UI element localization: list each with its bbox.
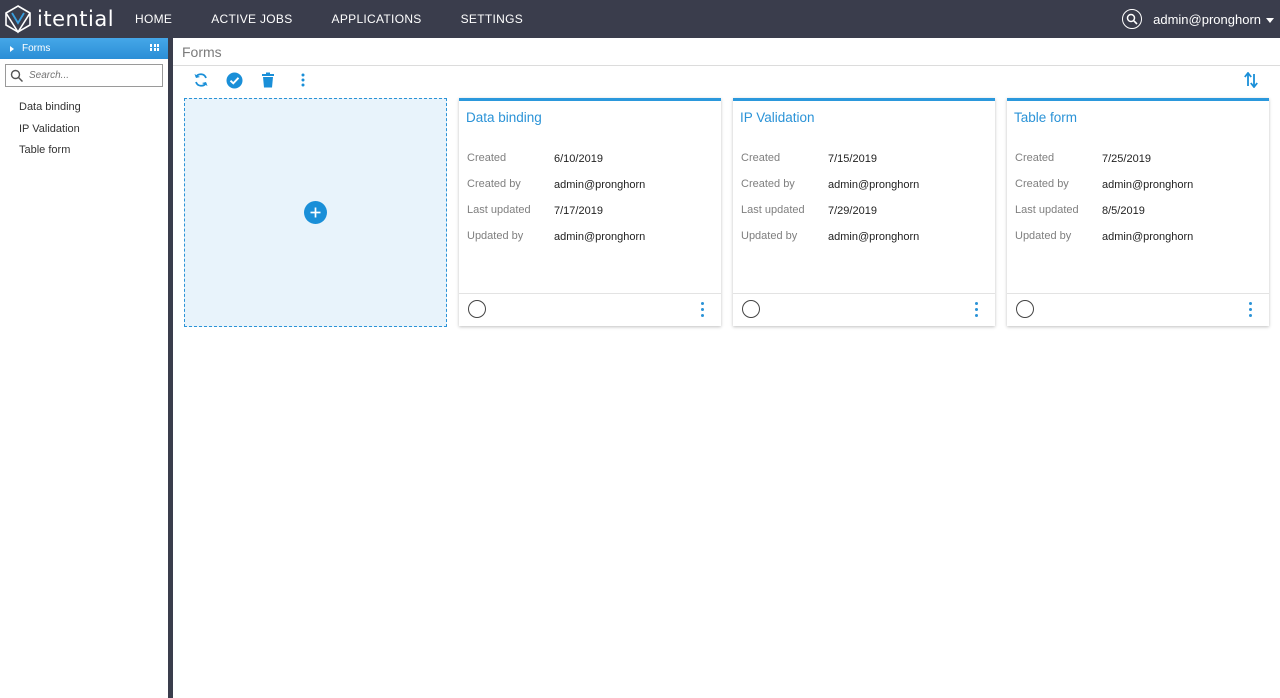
- card-footer: [733, 293, 995, 326]
- form-card-data-binding: Data binding Created 6/10/2019 Created by…: [459, 98, 721, 326]
- created-label: Created: [1015, 152, 1055, 164]
- search-icon: [10, 69, 23, 82]
- itential-logo-icon: [5, 5, 31, 34]
- created-value: 6/10/2019: [554, 153, 603, 165]
- nav-active-jobs[interactable]: ACTIVE JOBS: [211, 12, 292, 26]
- created-by-label: Created by: [467, 178, 521, 190]
- last-updated-label: Last updated: [467, 204, 531, 216]
- sidebar-item-data-binding[interactable]: Data binding: [0, 100, 168, 122]
- updated-by-value: admin@pronghorn: [1102, 231, 1194, 243]
- refresh-button[interactable]: [192, 71, 210, 89]
- trash-icon: [262, 72, 274, 88]
- chevron-down-icon[interactable]: [1266, 17, 1274, 23]
- updated-by-label: Updated by: [467, 230, 524, 242]
- card-meta: Created 6/10/2019 Created by admin@prongho…: [467, 152, 707, 256]
- sidebar-item-ip-validation[interactable]: IP Validation: [0, 122, 168, 144]
- nav-applications[interactable]: APPLICATIONS: [332, 12, 422, 26]
- sidebar-list: Data binding IP Validation Table form: [0, 100, 168, 165]
- sort-icon: [1244, 72, 1258, 88]
- more-vertical-icon: [301, 73, 305, 87]
- card-footer: [459, 293, 721, 326]
- card-title[interactable]: Data binding: [466, 110, 542, 125]
- updated-by-label: Updated by: [1015, 230, 1072, 242]
- title-divider: [173, 65, 1280, 66]
- more-actions-button[interactable]: [294, 71, 312, 89]
- nav-settings[interactable]: SETTINGS: [461, 12, 523, 26]
- created-value: 7/15/2019: [828, 153, 877, 165]
- caret-right-icon[interactable]: [10, 45, 14, 52]
- select-checkbox[interactable]: [468, 300, 486, 318]
- search-input[interactable]: [29, 70, 149, 81]
- last-updated-label: Last updated: [1015, 204, 1079, 216]
- brand-name: itential: [37, 7, 115, 31]
- user-menu[interactable]: admin@pronghorn: [1153, 12, 1261, 27]
- last-updated-value: 7/29/2019: [828, 205, 877, 217]
- created-label: Created: [467, 152, 507, 164]
- sidebar-header[interactable]: Forms: [0, 38, 168, 59]
- sidebar: Forms Data binding IP Validation Table f…: [0, 38, 168, 698]
- main-nav: HOME ACTIVE JOBS APPLICATIONS SETTINGS: [135, 12, 562, 26]
- select-checkbox[interactable]: [1016, 300, 1034, 318]
- add-form-button[interactable]: [304, 201, 327, 224]
- created-by-value: admin@pronghorn: [828, 179, 920, 191]
- top-navbar: itential HOME ACTIVE JOBS APPLICATIONS S…: [0, 0, 1280, 38]
- main-content: Forms Data binding Created 6/10/2019 Cre…: [173, 38, 1280, 698]
- sidebar-search: [5, 64, 163, 87]
- select-all-button[interactable]: [225, 71, 243, 89]
- more-vertical-icon[interactable]: [974, 302, 978, 317]
- last-updated-value: 7/17/2019: [554, 205, 603, 217]
- delete-button[interactable]: [259, 71, 277, 89]
- more-vertical-icon[interactable]: [700, 302, 704, 317]
- sort-button[interactable]: [1242, 71, 1260, 89]
- updated-by-value: admin@pronghorn: [828, 231, 920, 243]
- created-by-value: admin@pronghorn: [554, 179, 646, 191]
- sidebar-item-table-form[interactable]: Table form: [0, 143, 168, 165]
- updated-by-value: admin@pronghorn: [554, 231, 646, 243]
- grid-view-icon[interactable]: [150, 44, 159, 52]
- user-area: admin@pronghorn: [1122, 0, 1274, 38]
- card-meta: Created 7/25/2019 Created by admin@prongho…: [1015, 152, 1255, 256]
- logo[interactable]: itential: [4, 4, 124, 34]
- refresh-icon: [194, 73, 208, 87]
- check-circle-icon: [226, 72, 242, 88]
- plus-icon: [310, 207, 321, 218]
- created-by-label: Created by: [1015, 178, 1069, 190]
- nav-home[interactable]: HOME: [135, 12, 172, 26]
- sidebar-header-label: Forms: [22, 43, 51, 54]
- updated-by-label: Updated by: [741, 230, 798, 242]
- card-footer: [1007, 293, 1269, 326]
- more-vertical-icon[interactable]: [1248, 302, 1252, 317]
- created-by-label: Created by: [741, 178, 795, 190]
- add-form-card[interactable]: [184, 98, 447, 327]
- global-search-icon[interactable]: [1122, 9, 1143, 29]
- last-updated-value: 8/5/2019: [1102, 205, 1145, 217]
- form-card-ip-validation: IP Validation Created 7/15/2019 Created b…: [733, 98, 995, 326]
- created-label: Created: [741, 152, 781, 164]
- card-title[interactable]: Table form: [1014, 110, 1077, 125]
- select-checkbox[interactable]: [742, 300, 760, 318]
- created-value: 7/25/2019: [1102, 153, 1151, 165]
- page-title: Forms: [182, 44, 222, 60]
- last-updated-label: Last updated: [741, 204, 805, 216]
- created-by-value: admin@pronghorn: [1102, 179, 1194, 191]
- card-title[interactable]: IP Validation: [740, 110, 815, 125]
- form-card-table-form: Table form Created 7/25/2019 Created by ad…: [1007, 98, 1269, 326]
- card-meta: Created 7/15/2019 Created by admin@prongho…: [741, 152, 981, 256]
